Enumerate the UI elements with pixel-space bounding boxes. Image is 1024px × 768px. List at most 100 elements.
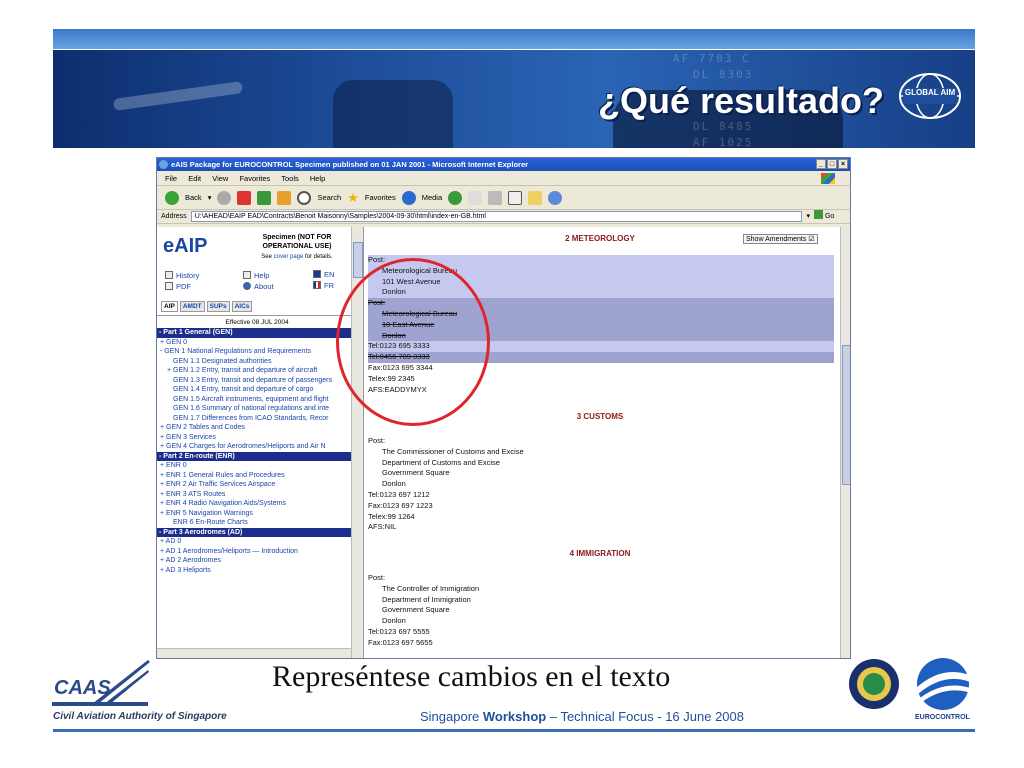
- history-icon[interactable]: [448, 190, 463, 205]
- footer-text: Singapore Workshop – Technical Focus - 1…: [420, 709, 744, 724]
- document-vertical-scrollbar[interactable]: [840, 227, 850, 658]
- toc-item[interactable]: + GEN 4 Charges for Aerodromes/Heliports…: [157, 442, 351, 452]
- media-button[interactable]: Media: [422, 186, 442, 210]
- toc-item[interactable]: GEN 1.4 Entry, transit and departure of …: [157, 385, 351, 395]
- toc-item[interactable]: GEN 1.7 Differences from ICAO Standards,…: [157, 414, 351, 424]
- footer-divider: [53, 729, 975, 732]
- toc-item[interactable]: + ENR 5 Navigation Warnings: [157, 509, 351, 519]
- help-link[interactable]: Help: [243, 271, 269, 280]
- footer-workshop: Workshop: [482, 709, 547, 724]
- text-line: Telex:99 1264: [368, 511, 415, 521]
- search-button[interactable]: Search: [317, 186, 341, 210]
- back-button[interactable]: Back: [185, 186, 202, 210]
- toc-item[interactable]: GEN 1.5 Aircraft instruments, equipment …: [157, 395, 351, 405]
- tab-amdt[interactable]: AMDT: [179, 301, 205, 312]
- text-line: Fax:0123 697 5655: [368, 637, 433, 647]
- footer-suffix: – Technical Focus - 16 June 2008: [546, 709, 744, 724]
- toc-item[interactable]: GEN 1.3 Entry, transit and departure of …: [157, 376, 351, 386]
- window-titlebar: eAIS Package for EUROCONTROL Specimen pu…: [157, 158, 850, 171]
- text-line: The Commissioner of Customs and Excise: [382, 446, 524, 456]
- minimize-button[interactable]: _: [816, 159, 826, 169]
- favorites-star-icon[interactable]: ★: [347, 186, 359, 210]
- toc-item[interactable]: GEN 1.1 Designated authorities: [157, 357, 351, 367]
- tab-sups[interactable]: SUPs: [206, 301, 230, 312]
- see-cover-prefix: See: [261, 254, 274, 260]
- menu-view[interactable]: View: [212, 174, 228, 183]
- text-line: Post:: [368, 436, 386, 445]
- maximize-button[interactable]: □: [827, 159, 837, 169]
- global-aim-logo: GLOBAL AIM: [899, 73, 961, 119]
- mail-icon[interactable]: [468, 190, 483, 205]
- address-label: Address: [161, 212, 187, 220]
- help-icon: [243, 271, 251, 279]
- toc-item[interactable]: + ENR 0: [157, 461, 351, 471]
- home-icon[interactable]: [277, 190, 292, 205]
- top-bar: [53, 29, 975, 49]
- cover-page-link[interactable]: cover page: [274, 254, 304, 260]
- french-label: FR: [324, 281, 334, 290]
- toc-item[interactable]: + ENR 4 Radio Navigation Aids/Systems: [157, 499, 351, 509]
- effective-date: Effective 08 JUL 2004: [157, 315, 357, 326]
- toc-item[interactable]: + AD 2 Aerodromes: [157, 556, 351, 566]
- edit-word-icon[interactable]: [508, 190, 523, 205]
- search-icon[interactable]: [297, 190, 312, 205]
- toc-item[interactable]: + ENR 1 General Rules and Procedures: [157, 471, 351, 481]
- back-arrow-icon[interactable]: [165, 190, 179, 205]
- toolbar: Back ▾ Search ★ Favorites Media: [157, 186, 850, 210]
- flight-board-decor: AF 7703 C: [673, 52, 751, 65]
- pdf-link[interactable]: PDF: [165, 282, 191, 291]
- toc-item[interactable]: + AD 1 Aerodromes/Heliports — Introducti…: [157, 547, 351, 557]
- go-button[interactable]: Go: [814, 209, 850, 224]
- scrollbar-thumb[interactable]: [842, 345, 850, 485]
- about-link[interactable]: About: [243, 282, 274, 291]
- toc-item[interactable]: + GEN 0: [157, 338, 351, 348]
- menu-help[interactable]: Help: [310, 174, 325, 183]
- toc-item[interactable]: + GEN 3 Services: [157, 433, 351, 443]
- slide-title: ¿Qué resultado?: [597, 80, 884, 121]
- toc-item[interactable]: ENR 6 En-Route Charts: [157, 518, 351, 528]
- toc-item[interactable]: + GEN 1.2 Entry, transit and departure o…: [157, 366, 351, 376]
- toc-item[interactable]: GEN 1.6 Summary of national regulations …: [157, 404, 351, 414]
- toc-item[interactable]: + AD 0: [157, 537, 351, 547]
- toc-part-header[interactable]: - Part 2 En-route (ENR): [157, 451, 351, 461]
- internet-explorer-icon: [159, 160, 168, 169]
- address-input[interactable]: U:\AHEAD\EAIP EAD\Contracts\Benoit Maiso…: [190, 211, 803, 222]
- forward-arrow-icon[interactable]: [217, 190, 232, 205]
- nav-horizontal-scrollbar[interactable]: [157, 648, 351, 658]
- address-dropdown-icon[interactable]: ▾: [806, 210, 810, 224]
- toc-item[interactable]: + AD 3 Heliports: [157, 566, 351, 576]
- toc-part-header[interactable]: - Part 1 General (GEN): [157, 328, 351, 338]
- see-cover-suffix: for details.: [303, 254, 333, 260]
- refresh-icon[interactable]: [257, 190, 272, 205]
- toc-item[interactable]: + GEN 2 Tables and Codes: [157, 423, 351, 433]
- toc-part-header[interactable]: - Part 3 Aerodromes (AD): [157, 527, 351, 537]
- english-link[interactable]: EN: [313, 270, 334, 279]
- address-bar: Address U:\AHEAD\EAIP EAD\Contracts\Beno…: [157, 209, 850, 224]
- toc-item[interactable]: - GEN 1 National Regulations and Require…: [157, 347, 351, 357]
- toc-item[interactable]: + ENR 2 Air Traffic Services Airspace: [157, 480, 351, 490]
- menu-edit[interactable]: Edit: [188, 174, 201, 183]
- tab-aip[interactable]: AIP: [161, 301, 178, 312]
- french-link[interactable]: FR: [313, 281, 334, 290]
- toc-item[interactable]: + ENR 3 ATS Routes: [157, 490, 351, 500]
- windows-flag-icon: [821, 173, 835, 184]
- close-button[interactable]: ×: [838, 159, 848, 169]
- highlight-circle: [336, 258, 490, 426]
- print-icon[interactable]: [488, 190, 503, 205]
- tab-aics[interactable]: AICs: [231, 301, 253, 312]
- media-icon[interactable]: [401, 190, 416, 205]
- stop-icon[interactable]: [237, 190, 252, 205]
- menu-file[interactable]: File: [165, 174, 177, 183]
- scrollbar-thumb[interactable]: [353, 242, 363, 278]
- slide-subtitle: Represéntese cambios en el texto: [272, 660, 671, 693]
- eurocontrol-label: EUROCONTROL: [915, 714, 970, 721]
- dropdown-arrow-icon[interactable]: ▾: [208, 186, 212, 210]
- discuss-icon[interactable]: [528, 190, 543, 205]
- history-link[interactable]: History: [165, 271, 199, 280]
- text-line: AFS:NIL: [368, 522, 397, 532]
- messenger-icon[interactable]: [548, 190, 563, 205]
- menu-favorites[interactable]: Favorites: [239, 174, 270, 183]
- favorites-button[interactable]: Favorites: [365, 186, 396, 210]
- menu-tools[interactable]: Tools: [281, 174, 299, 183]
- history-label: History: [176, 271, 200, 280]
